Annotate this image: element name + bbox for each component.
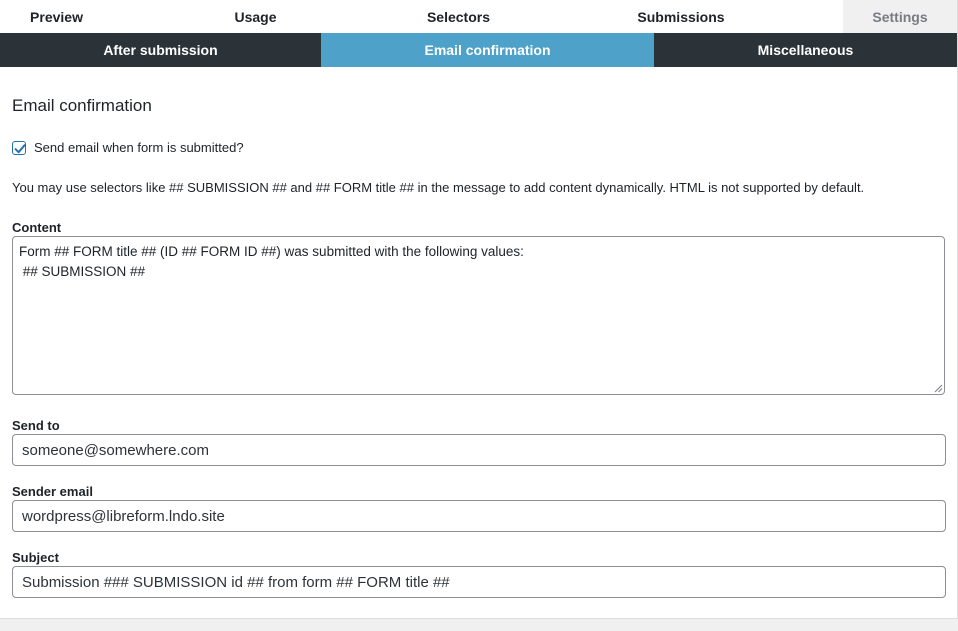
content-line: Form ## FORM title ## (ID ## FORM ID ##)… [19, 244, 524, 259]
sender-email-label: Sender email [12, 484, 93, 499]
subtab-email-confirmation[interactable]: Email confirmation [321, 33, 654, 67]
send-email-checkbox[interactable] [12, 140, 26, 155]
section-title: Email confirmation [12, 96, 152, 115]
settings-sub-tab-bar: After submission Email confirmation Misc… [0, 33, 957, 67]
subject-input[interactable]: Submission ### SUBMISSION id ## from for… [12, 566, 946, 598]
subtab-miscellaneous[interactable]: Miscellaneous [654, 33, 957, 67]
subtab-after-submission[interactable]: After submission [0, 33, 321, 67]
checkmark-icon [14, 143, 26, 153]
send-to-input[interactable]: someone@somewhere.com [12, 434, 946, 466]
settings-panel: Preview Usage Selectors Submissions Sett… [0, 0, 958, 619]
content-label: Content [12, 220, 62, 235]
content-line: ## SUBMISSION ## [19, 264, 146, 279]
selectors-help-text: You may use selectors like ## SUBMISSION… [12, 180, 865, 195]
send-email-option[interactable]: Send email when form is submitted? [12, 140, 244, 155]
tab-usage[interactable]: Usage [113, 0, 398, 33]
tab-settings[interactable]: Settings [843, 0, 957, 33]
tab-submissions[interactable]: Submissions [519, 0, 843, 33]
subject-label: Subject [12, 550, 59, 565]
content-textarea[interactable]: Form ## FORM title ## (ID ## FORM ID ##)… [12, 236, 945, 395]
tab-selectors[interactable]: Selectors [398, 0, 519, 33]
send-email-label: Send email when form is submitted? [34, 140, 244, 155]
top-tab-bar: Preview Usage Selectors Submissions Sett… [0, 0, 957, 33]
sender-email-input[interactable]: wordpress@libreform.lndo.site [12, 500, 946, 532]
resize-grip-icon[interactable] [934, 384, 943, 393]
tab-preview[interactable]: Preview [0, 0, 113, 33]
send-to-label: Send to [12, 418, 60, 433]
